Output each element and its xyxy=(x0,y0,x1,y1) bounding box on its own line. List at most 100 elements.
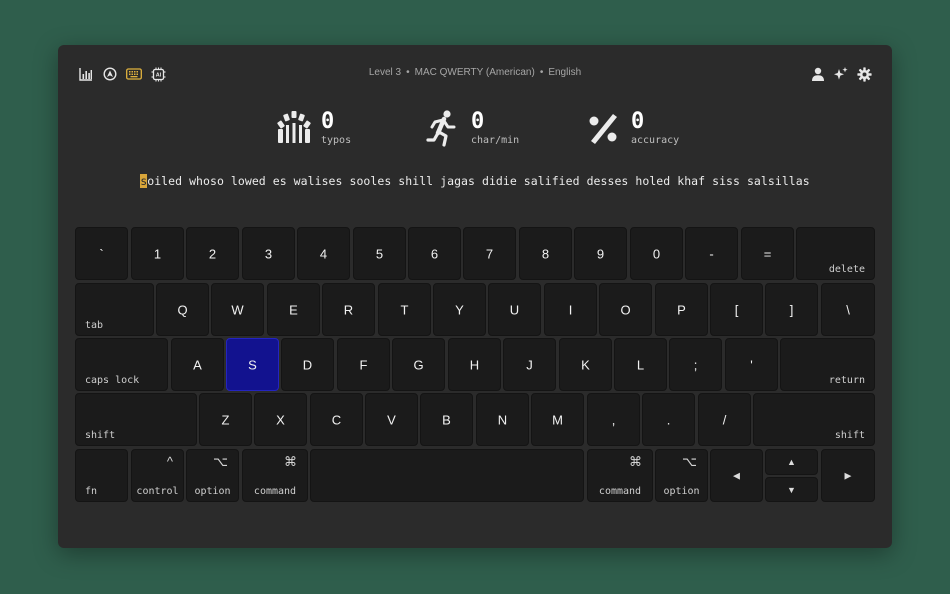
key-caps-lock[interactable]: caps lock xyxy=(75,338,168,391)
key-label: X xyxy=(276,412,285,427)
key-right-option[interactable]: ⌥ option xyxy=(655,449,708,502)
key-c[interactable]: C xyxy=(310,393,363,446)
key-label: H xyxy=(469,357,480,372)
key-label: E xyxy=(289,302,298,317)
key-arrow-right[interactable]: ▶ xyxy=(821,449,875,502)
key-3[interactable]: 3 xyxy=(242,227,295,280)
key-i[interactable]: I xyxy=(544,283,597,336)
key-v[interactable]: V xyxy=(365,393,418,446)
separator-dot: • xyxy=(406,67,410,78)
key-label: Z xyxy=(221,412,230,427)
key-f[interactable]: F xyxy=(337,338,390,391)
typing-prompt[interactable]: soiled whoso lowed es walises sooles shi… xyxy=(58,174,892,188)
key-e[interactable]: E xyxy=(267,283,320,336)
separator-dot: • xyxy=(539,67,544,78)
key-right-bracket[interactable]: ] xyxy=(765,283,818,336)
key-fn[interactable]: fn xyxy=(75,449,128,502)
key-o[interactable]: O xyxy=(599,283,652,336)
key-label: C xyxy=(331,412,342,427)
key-h[interactable]: H xyxy=(448,338,501,391)
stone-arch-icon xyxy=(277,111,311,143)
key-l[interactable]: L xyxy=(614,338,667,391)
key-8[interactable]: 8 xyxy=(519,227,572,280)
arrow-down-icon: ▼ xyxy=(787,484,796,495)
typos-value: 0 xyxy=(321,108,335,134)
key-q[interactable]: Q xyxy=(156,283,209,336)
key-arrow-up[interactable]: ▲ xyxy=(765,449,818,475)
key-right-shift[interactable]: shift xyxy=(753,393,875,446)
key-label: ⌥ xyxy=(682,454,697,469)
key-label: L xyxy=(636,357,645,372)
key-0[interactable]: 0 xyxy=(630,227,683,280)
key-comma[interactable]: , xyxy=(587,393,640,446)
key-return[interactable]: return xyxy=(780,338,875,391)
key-left-bracket[interactable]: [ xyxy=(710,283,763,336)
key-slash[interactable]: / xyxy=(698,393,751,446)
key-t[interactable]: T xyxy=(378,283,431,336)
key-5[interactable]: 5 xyxy=(353,227,406,280)
key-equal[interactable]: = xyxy=(741,227,794,280)
key-label: control xyxy=(136,486,179,497)
key-u[interactable]: U xyxy=(488,283,541,336)
key-1[interactable]: 1 xyxy=(131,227,184,280)
key-left-shift[interactable]: shift xyxy=(75,393,197,446)
key-label: V xyxy=(387,412,396,427)
key-space[interactable] xyxy=(310,449,584,502)
key-label: W xyxy=(231,302,244,317)
key-left-option[interactable]: ⌥ option xyxy=(186,449,239,502)
key-tab[interactable]: tab xyxy=(75,283,154,336)
key-w[interactable]: W xyxy=(211,283,264,336)
key-n[interactable]: N xyxy=(476,393,529,446)
key-7[interactable]: 7 xyxy=(463,227,516,280)
key-r[interactable]: R xyxy=(322,283,375,336)
key-label: S xyxy=(248,357,257,372)
key-backtick[interactable]: ` xyxy=(75,227,128,280)
key-quote[interactable]: ' xyxy=(725,338,778,391)
key-right-command[interactable]: ⌘ command xyxy=(587,449,653,502)
key-left-command[interactable]: ⌘ command xyxy=(242,449,308,502)
key-y[interactable]: Y xyxy=(433,283,486,336)
key-label: 2 xyxy=(208,246,217,261)
sparkles-icon[interactable] xyxy=(833,66,849,82)
key-4[interactable]: 4 xyxy=(297,227,350,280)
key-j[interactable]: J xyxy=(503,338,556,391)
key-label: O xyxy=(620,302,631,317)
typos-stat: 0 typos xyxy=(276,109,351,147)
speed-label: char/min xyxy=(471,134,520,146)
key-s[interactable]: S xyxy=(226,338,279,391)
key-g[interactable]: G xyxy=(392,338,445,391)
key-label: ; xyxy=(693,357,698,372)
arrow-right-icon: ▶ xyxy=(844,470,852,480)
gear-icon[interactable] xyxy=(856,66,872,82)
key-k[interactable]: K xyxy=(559,338,612,391)
key-label: ' xyxy=(750,357,753,372)
key-p[interactable]: P xyxy=(655,283,708,336)
key-minus[interactable]: - xyxy=(685,227,738,280)
key-semicolon[interactable]: ; xyxy=(669,338,722,391)
arrow-left-icon: ◀ xyxy=(733,470,740,480)
key-label: \ xyxy=(846,302,850,317)
key-arrow-left[interactable]: ◀ xyxy=(710,449,763,502)
key-d[interactable]: D xyxy=(281,338,334,391)
key-6[interactable]: 6 xyxy=(408,227,461,280)
key-b[interactable]: B xyxy=(420,393,473,446)
key-label: K xyxy=(581,357,590,372)
key-label: 1 xyxy=(153,246,162,261)
key-2[interactable]: 2 xyxy=(186,227,239,280)
key-9[interactable]: 9 xyxy=(574,227,627,280)
remaining-text: oiled whoso lowed es walises sooles shil… xyxy=(147,174,810,188)
user-icon[interactable] xyxy=(810,66,826,82)
key-period[interactable]: . xyxy=(642,393,695,446)
running-person-icon xyxy=(426,110,456,147)
key-m[interactable]: M xyxy=(531,393,584,446)
key-control[interactable]: ^ control xyxy=(131,449,184,502)
key-delete[interactable]: delete xyxy=(796,227,875,280)
key-x[interactable]: X xyxy=(254,393,307,446)
key-label: delete xyxy=(828,264,865,275)
key-backslash[interactable]: \ xyxy=(821,283,875,336)
key-arrow-down[interactable]: ▼ xyxy=(765,477,818,502)
key-label: Y xyxy=(455,302,464,317)
key-a[interactable]: A xyxy=(171,338,224,391)
key-z[interactable]: Z xyxy=(199,393,252,446)
arrow-up-icon: ▲ xyxy=(787,457,796,467)
